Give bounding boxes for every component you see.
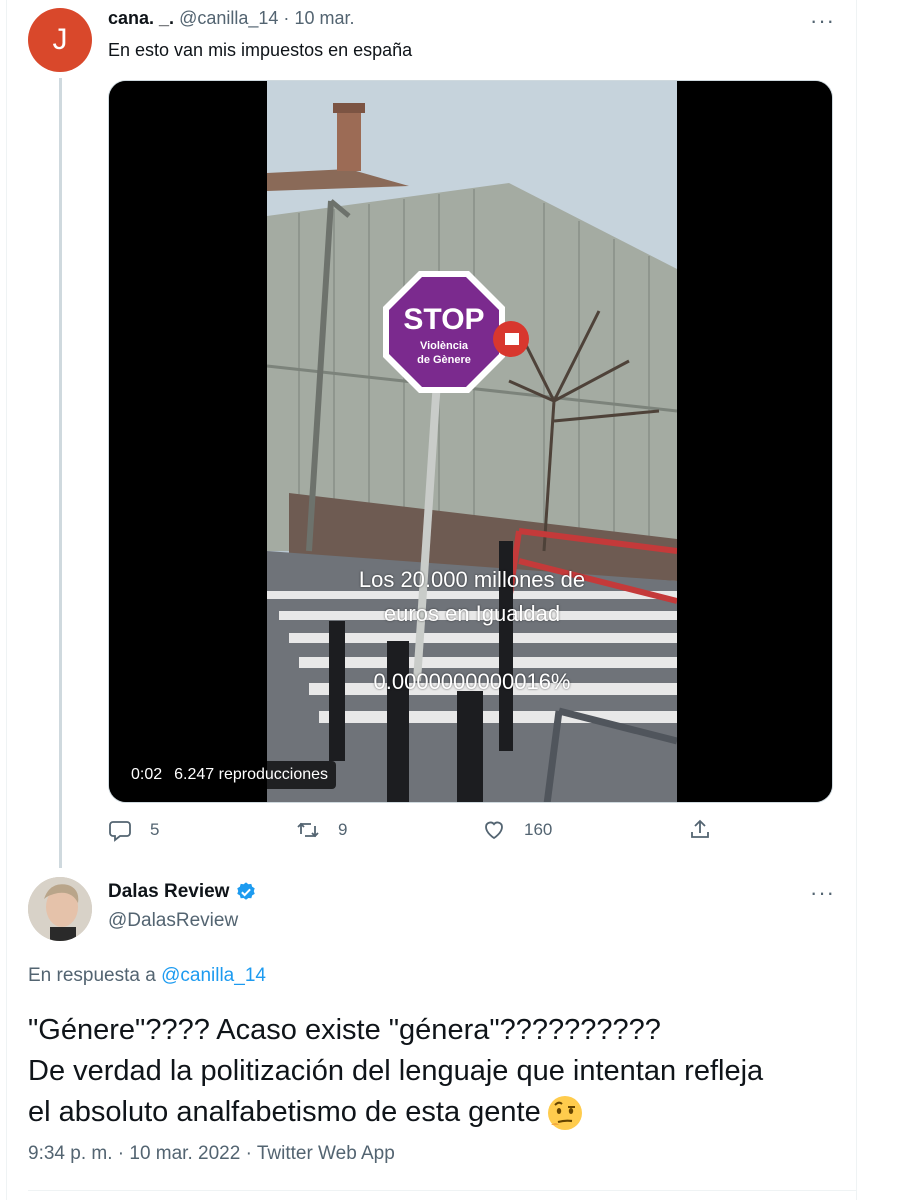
- retweet-button[interactable]: 9: [296, 818, 347, 842]
- svg-text:de Gènere: de Gènere: [417, 354, 471, 366]
- tweet-line-1: "Génere"???? Acaso existe "génera"??????…: [28, 1014, 661, 1046]
- reply-button[interactable]: 5: [108, 818, 159, 842]
- column-border-left: [6, 0, 7, 1200]
- video-views: 6.247 reproducciones: [174, 766, 329, 783]
- tweet-line-2: De verdad la politización del lenguaje q…: [28, 1055, 764, 1087]
- reply-icon: [109, 821, 131, 842]
- author-name[interactable]: Dalas Review: [108, 881, 229, 903]
- share-icon: [691, 819, 709, 838]
- sign-stop-text: STOP: [403, 303, 484, 336]
- thread-connector: [59, 78, 62, 868]
- caption-line-1: Los 20.000 millones de: [358, 567, 586, 592]
- author-name-row[interactable]: Dalas Review: [108, 881, 257, 903]
- author-handle[interactable]: @canilla_14: [179, 8, 278, 28]
- tweet-metadata[interactable]: 9:34 p. m. · 10 mar. 2022 · Twitter Web …: [28, 1143, 395, 1165]
- tweet-line-3: el absoluto analfabetismo de esta gente: [28, 1096, 541, 1128]
- reply-prefix: En respuesta a: [28, 965, 156, 986]
- reply-count: 5: [150, 820, 160, 839]
- raised-eyebrow-emoji-icon: [547, 1096, 582, 1131]
- author-handle[interactable]: @DalasReview: [108, 910, 238, 932]
- avatar[interactable]: [28, 877, 92, 941]
- video-stats-badge: 0:02 6.247 reproducciones: [123, 761, 337, 789]
- like-count: 160: [524, 820, 553, 839]
- video-player[interactable]: STOP Violència de Gènere Los 20.000 mill…: [108, 80, 833, 803]
- tweet-header: cana. _. @canilla_14 · 10 mar.: [108, 8, 354, 29]
- tweet-date[interactable]: 10 mar.: [294, 8, 354, 28]
- like-button[interactable]: 160: [482, 818, 552, 842]
- tweet-actions: 5 9 160: [108, 818, 728, 850]
- caption-line-2: euros en Igualdad: [383, 601, 561, 626]
- column-border-right: [856, 0, 857, 1200]
- retweet-icon: [297, 822, 319, 838]
- tweet-text: En esto van mis impuestos en españa: [108, 40, 413, 60]
- divider: [28, 1190, 856, 1191]
- more-options-icon[interactable]: ···: [810, 8, 835, 34]
- verified-badge-icon: [237, 882, 256, 900]
- retweet-count: 9: [338, 820, 348, 839]
- avatar-photo: [28, 877, 92, 941]
- video-caption: Los 20.000 millones de euros en Igualdad: [267, 563, 677, 631]
- author-name[interactable]: cana. _.: [108, 8, 174, 28]
- heart-icon: [485, 821, 503, 840]
- tweet-body: "Génere"???? Acaso existe "génera"??????…: [28, 1010, 848, 1133]
- more-options-icon[interactable]: ···: [810, 880, 835, 906]
- avatar-letter: J: [52, 23, 68, 56]
- reply-context: En respuesta a @canilla_14: [28, 965, 266, 987]
- svg-text:Violència: Violència: [420, 340, 469, 352]
- share-button[interactable]: [688, 818, 712, 842]
- video-time: 0:02: [131, 766, 163, 783]
- reply-to-link[interactable]: @canilla_14: [161, 965, 266, 986]
- tweet-line-3-row: el absoluto analfabetismo de esta gente: [28, 1092, 848, 1133]
- avatar[interactable]: J: [28, 8, 92, 72]
- caption-percent: 0.0000000000016%: [373, 669, 571, 694]
- header-separator: ·: [283, 8, 290, 28]
